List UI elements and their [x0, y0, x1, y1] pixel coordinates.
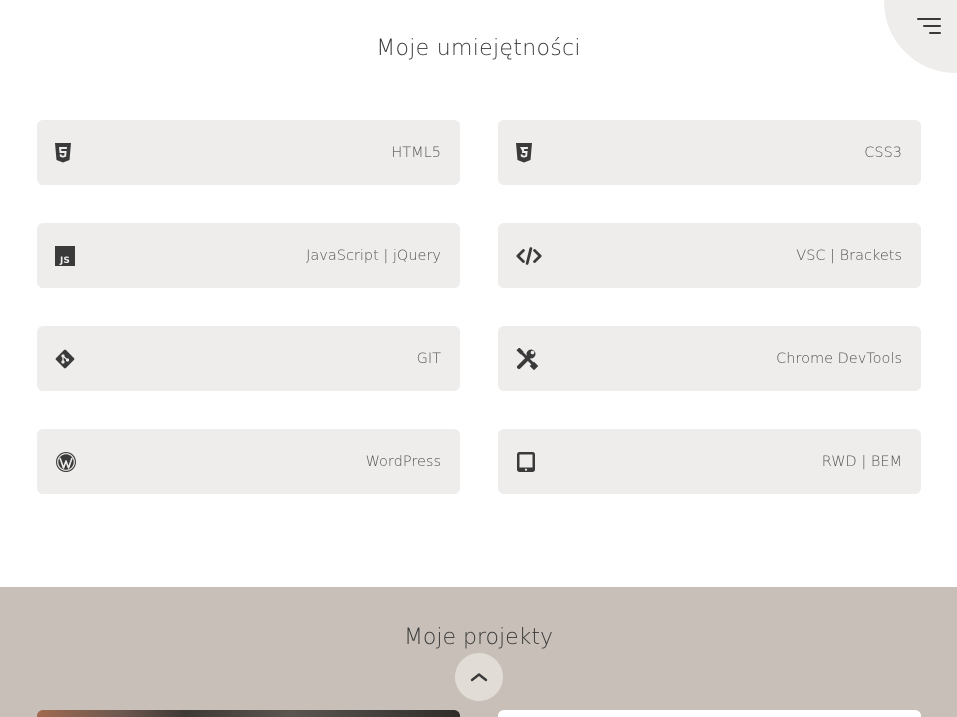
skill-label: WordPress: [365, 453, 441, 470]
projects-title: Moje projekty: [403, 625, 554, 650]
project-card-preview[interactable]: [37, 710, 460, 717]
code-icon: [516, 243, 542, 269]
svg-text:JS: JS: [59, 256, 70, 266]
projects-section: Moje projekty: [0, 587, 957, 717]
skill-card-vsc: VSC | Brackets: [498, 223, 921, 288]
project-card-preview[interactable]: [498, 710, 921, 717]
skill-card-html5: HTML5: [37, 120, 460, 185]
skill-card-devtools: Chrome DevTools: [498, 326, 921, 391]
page: Moje umiejętności HTML5 CSS3 JS JavaScri…: [0, 0, 957, 717]
skill-card-git: GIT: [37, 326, 460, 391]
tools-icon: [516, 346, 542, 372]
skill-label: GIT: [416, 350, 441, 367]
skill-label: Chrome DevTools: [776, 350, 902, 367]
skill-card-wordpress: WordPress: [37, 429, 460, 494]
skill-label: RWD | BEM: [821, 453, 902, 470]
skills-title: Moje umiejętności: [376, 36, 581, 61]
skill-card-javascript: JS JavaScript | jQuery: [37, 223, 460, 288]
skills-grid: HTML5 CSS3 JS JavaScript | jQuery VSC | …: [37, 120, 921, 494]
css3-icon: [516, 140, 542, 166]
git-icon: [55, 346, 81, 372]
wordpress-icon: [55, 449, 81, 475]
scroll-top-button[interactable]: [455, 653, 503, 701]
skill-label: JavaScript | jQuery: [306, 247, 441, 264]
hamburger-menu-icon[interactable]: [915, 16, 941, 38]
chevron-up-icon: [470, 673, 488, 682]
skill-label: CSS3: [864, 144, 902, 161]
tablet-icon: [516, 449, 542, 475]
js-icon: JS: [55, 243, 81, 269]
html5-icon: [55, 140, 81, 166]
skill-card-css3: CSS3: [498, 120, 921, 185]
skill-label: VSC | Brackets: [796, 247, 902, 264]
skill-card-rwd: RWD | BEM: [498, 429, 921, 494]
skill-label: HTML5: [391, 144, 441, 161]
